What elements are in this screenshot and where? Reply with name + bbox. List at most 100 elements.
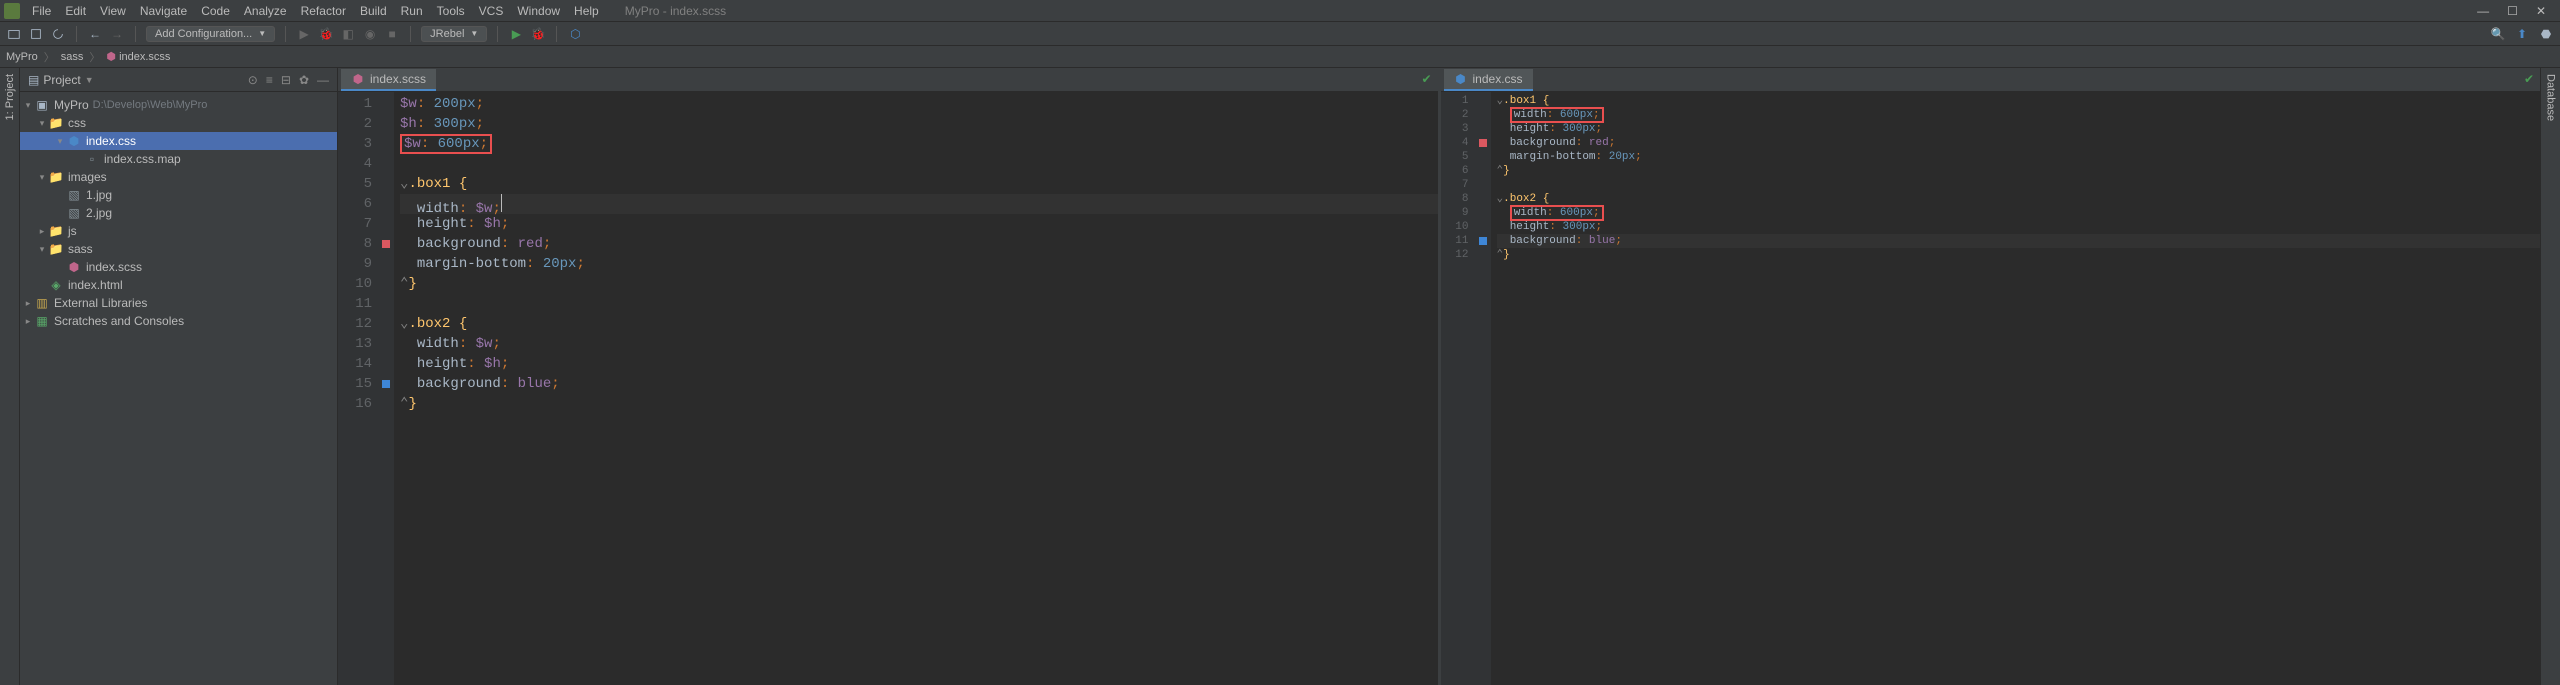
tree-label: index.css.map bbox=[104, 152, 181, 166]
project-tree[interactable]: ▾ ▣ MyPro D:\Develop\Web\MyPro ▾📁css▾⬢in… bbox=[20, 92, 337, 685]
separator bbox=[76, 26, 77, 42]
maximize-button[interactable]: ☐ bbox=[2507, 4, 2518, 18]
sync-icon[interactable] bbox=[50, 26, 66, 42]
tree-item[interactable]: ⬢index.scss bbox=[20, 258, 337, 276]
back-icon[interactable]: ← bbox=[87, 26, 103, 42]
expand-arrow-icon[interactable]: ▾ bbox=[36, 244, 48, 255]
hide-icon[interactable]: — bbox=[317, 73, 329, 87]
tab-label: index.scss bbox=[370, 72, 426, 86]
tree-item[interactable]: ▾📁 css bbox=[20, 114, 337, 132]
tool-icon[interactable]: ⬡ bbox=[567, 26, 583, 42]
code-editor[interactable]: 12345678910111213141516 $w: 200px; $h: 3… bbox=[338, 92, 1438, 685]
tree-label: MyPro bbox=[54, 98, 89, 112]
chevron-down-icon[interactable]: ▼ bbox=[85, 75, 94, 85]
forward-icon[interactable]: → bbox=[109, 26, 125, 42]
tree-item[interactable]: ◈index.html bbox=[20, 276, 337, 294]
inspection-ok-icon[interactable]: ✔ bbox=[1421, 72, 1431, 86]
coverage-icon[interactable]: ◧ bbox=[340, 26, 356, 42]
expand-arrow-icon[interactable]: ▾ bbox=[22, 100, 34, 111]
menu-edit[interactable]: Edit bbox=[59, 2, 92, 20]
menu-help[interactable]: Help bbox=[568, 2, 605, 20]
menu-refactor[interactable]: Refactor bbox=[295, 2, 352, 20]
breadcrumb-item[interactable]: sass bbox=[61, 51, 84, 63]
tree-item[interactable]: ▾⬢index.css bbox=[20, 132, 337, 150]
breadcrumb-item[interactable]: ⬢ index.scss bbox=[106, 50, 170, 63]
main-area: 1: Project ▤ Project ▼ ⊙ ≡ ⊟ ✿ — ▾ ▣ MyP… bbox=[0, 68, 2560, 685]
code-area[interactable]: ⌄.box1 { width: 600px; height: 300px; ba… bbox=[1491, 92, 2541, 685]
tree-label: css bbox=[68, 116, 86, 130]
close-button[interactable]: ✕ bbox=[2536, 4, 2546, 18]
updates-icon[interactable]: ⬆ bbox=[2514, 26, 2530, 42]
menu-navigate[interactable]: Navigate bbox=[134, 2, 193, 20]
menu-vcs[interactable]: VCS bbox=[473, 2, 510, 20]
code-area[interactable]: $w: 200px; $h: 300px; $w: 600px; ⌄.box1 … bbox=[394, 92, 1438, 685]
tree-item[interactable]: ▧1.jpg bbox=[20, 186, 337, 204]
tree-label: index.css bbox=[86, 134, 136, 148]
tree-item[interactable]: ▾📁sass bbox=[20, 240, 337, 258]
css-icon: ⬢ bbox=[1454, 72, 1468, 86]
gear-icon[interactable]: ✿ bbox=[299, 73, 309, 87]
scroll-from-source-icon[interactable]: ⊙ bbox=[248, 73, 258, 87]
folder-icon: 📁 bbox=[48, 241, 64, 257]
tree-item[interactable]: ▧2.jpg bbox=[20, 204, 337, 222]
expand-all-icon[interactable]: ≡ bbox=[266, 73, 273, 87]
settings-icon[interactable]: ⬣ bbox=[2538, 26, 2554, 42]
debug-icon[interactable]: 🐞 bbox=[318, 26, 334, 42]
tree-label: 2.jpg bbox=[86, 206, 112, 220]
stop-icon[interactable]: ■ bbox=[384, 26, 400, 42]
editor-right: ⬢ index.css ✔ 123456789101112 ⌄.box1 { w… bbox=[1441, 68, 2541, 685]
expand-arrow-icon[interactable]: ▸ bbox=[36, 226, 48, 237]
scratches[interactable]: ▸ ▦ Scratches and Consoles bbox=[20, 312, 337, 330]
collapse-all-icon[interactable]: ⊟ bbox=[281, 73, 291, 87]
menu-run[interactable]: Run bbox=[395, 2, 429, 20]
save-all-icon[interactable] bbox=[28, 26, 44, 42]
tree-item[interactable]: ▾📁images bbox=[20, 168, 337, 186]
chevron-down-icon: ▼ bbox=[470, 29, 478, 38]
external-libraries[interactable]: ▸ ▥ External Libraries bbox=[20, 294, 337, 312]
breadcrumb-item[interactable]: MyPro bbox=[6, 51, 38, 63]
project-header: ▤ Project ▼ ⊙ ≡ ⊟ ✿ — bbox=[20, 68, 337, 92]
folder-icon: 📁 bbox=[48, 115, 64, 131]
breadcrumb: MyPro 〉 sass 〉 ⬢ index.scss bbox=[0, 46, 2560, 68]
inspection-ok-icon[interactable]: ✔ bbox=[2524, 72, 2534, 86]
editor-tabs: ⬢ index.css ✔ bbox=[1441, 68, 2541, 92]
tree-item[interactable]: ▸📁js bbox=[20, 222, 337, 240]
library-icon: ▥ bbox=[34, 295, 50, 311]
run-icon[interactable]: ▶ bbox=[296, 26, 312, 42]
database-tool-tab[interactable]: Database bbox=[2545, 74, 2557, 121]
jrebel-run-icon[interactable]: ▶ bbox=[508, 26, 524, 42]
profile-icon[interactable]: ◉ bbox=[362, 26, 378, 42]
editor-tab[interactable]: ⬢ index.scss bbox=[341, 69, 436, 91]
scratch-icon: ▦ bbox=[34, 313, 50, 329]
open-icon[interactable] bbox=[6, 26, 22, 42]
project-root[interactable]: ▾ ▣ MyPro D:\Develop\Web\MyPro bbox=[20, 96, 337, 114]
expand-arrow-icon[interactable]: ▸ bbox=[22, 316, 34, 327]
menu-build[interactable]: Build bbox=[354, 2, 393, 20]
menu-analyze[interactable]: Analyze bbox=[238, 2, 293, 20]
expand-arrow-icon[interactable]: ▾ bbox=[36, 118, 48, 129]
menu-view[interactable]: View bbox=[94, 2, 132, 20]
project-tool-tab[interactable]: 1: Project bbox=[4, 74, 16, 120]
tree-label: index.scss bbox=[86, 260, 142, 274]
expand-arrow-icon[interactable]: ▾ bbox=[36, 172, 48, 183]
code-editor[interactable]: 123456789101112 ⌄.box1 { width: 600px; h… bbox=[1441, 92, 2541, 685]
jrebel-combo[interactable]: JRebel ▼ bbox=[421, 26, 487, 42]
jrebel-debug-icon[interactable]: 🐞 bbox=[530, 26, 546, 42]
html-icon: ◈ bbox=[48, 277, 64, 293]
menu-tools[interactable]: Tools bbox=[431, 2, 471, 20]
menu-window[interactable]: Window bbox=[511, 2, 566, 20]
tree-label: Scratches and Consoles bbox=[54, 314, 184, 328]
separator bbox=[285, 26, 286, 42]
tree-label: images bbox=[68, 170, 107, 184]
main-toolbar: ← → Add Configuration... ▼ ▶ 🐞 ◧ ◉ ■ JRe… bbox=[0, 22, 2560, 46]
menu-file[interactable]: File bbox=[26, 2, 57, 20]
search-icon[interactable]: 🔍 bbox=[2490, 26, 2506, 42]
minimize-button[interactable]: — bbox=[2477, 4, 2489, 18]
menu-code[interactable]: Code bbox=[195, 2, 236, 20]
run-config-combo[interactable]: Add Configuration... ▼ bbox=[146, 26, 275, 42]
tree-item[interactable]: ▫index.css.map bbox=[20, 150, 337, 168]
separator bbox=[410, 26, 411, 42]
expand-arrow-icon[interactable]: ▾ bbox=[54, 136, 66, 147]
editor-tab[interactable]: ⬢ index.css bbox=[1444, 69, 1533, 91]
expand-arrow-icon[interactable]: ▸ bbox=[22, 298, 34, 309]
